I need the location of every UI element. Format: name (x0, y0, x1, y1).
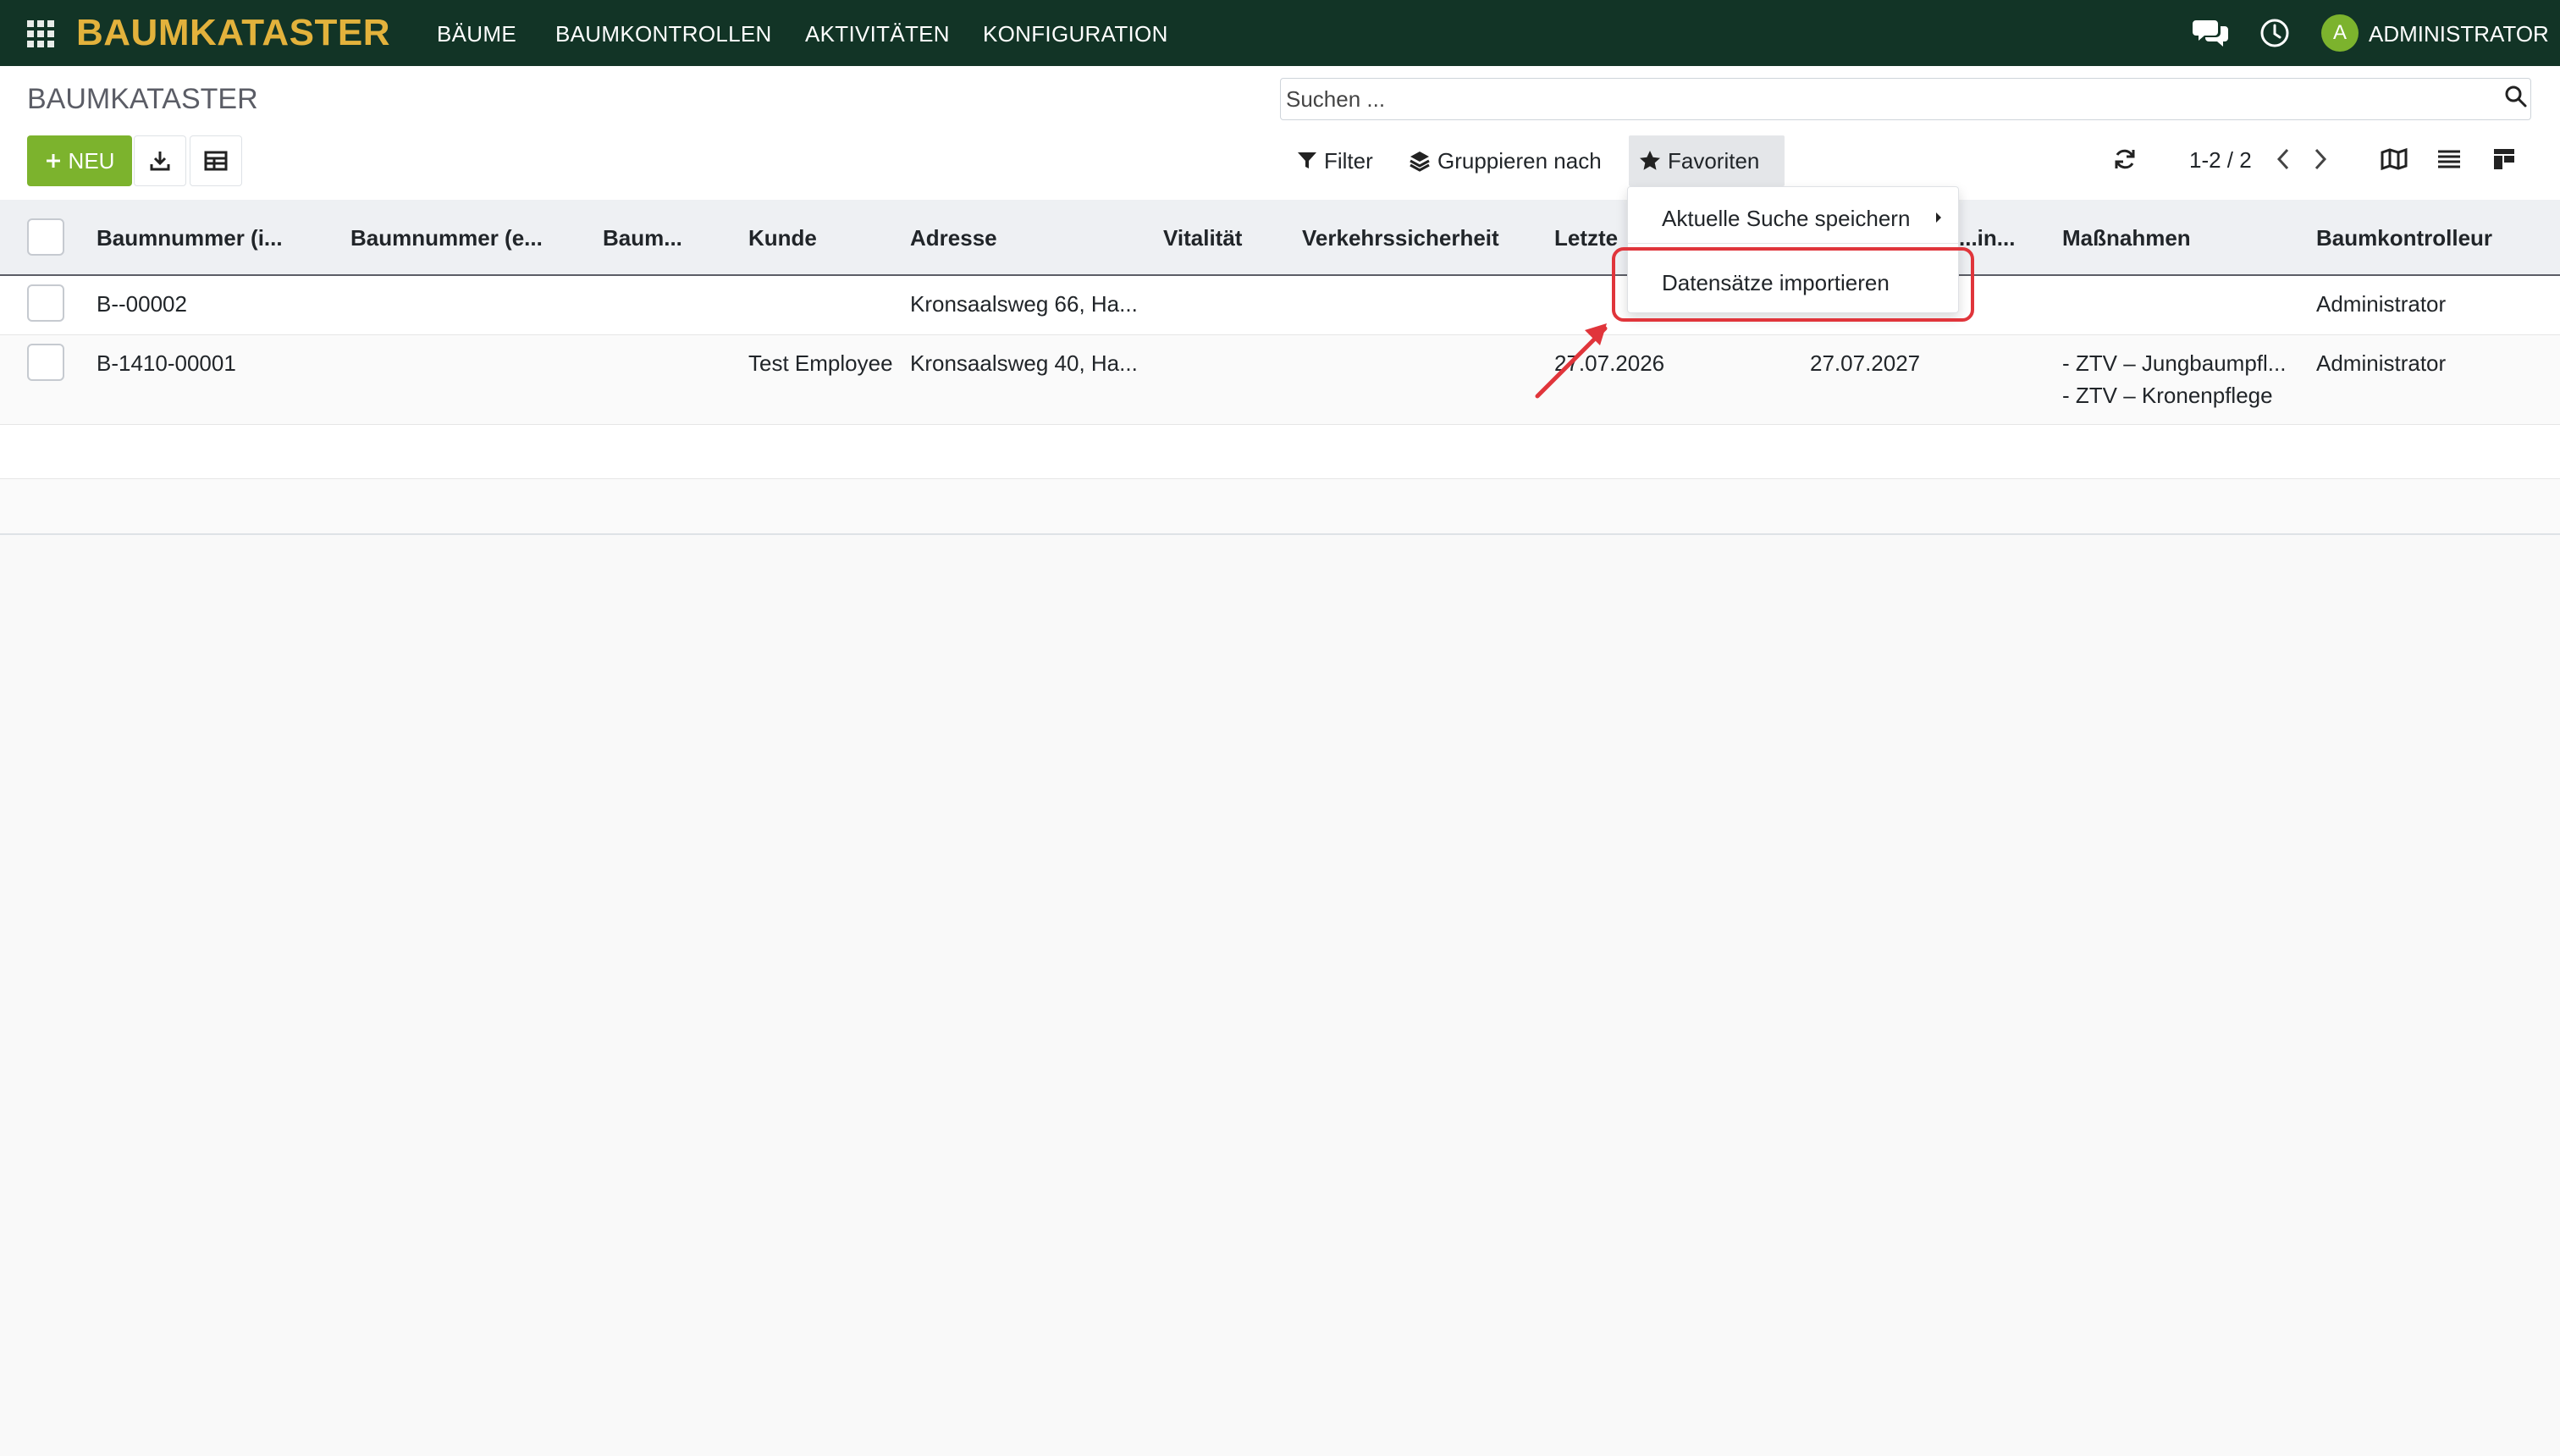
favorites-dropdown: Aktuelle Suche speichern Datensätze impo… (1627, 186, 1959, 313)
search-icon[interactable] (2504, 85, 2528, 108)
breadcrumb: BAUMKATASTER (27, 83, 258, 115)
clock-icon[interactable] (2259, 17, 2291, 49)
menu-item-konfiguration[interactable]: KONFIGURATION (983, 21, 1168, 47)
menu-item-aktivitaeten[interactable]: AKTIVITÄTEN (805, 21, 950, 47)
empty-row (0, 425, 2560, 479)
row-checkbox[interactable] (27, 284, 64, 322)
cell-adresse: Kronsaalsweg 40, Ha... (910, 350, 1138, 376)
refresh-icon[interactable] (2113, 147, 2137, 171)
list-header: Baumnummer (i... Baumnummer (e... Baum..… (0, 200, 2560, 276)
cell-naechste-kontrolle: 27.07.2027 (1810, 350, 1921, 376)
kanban-icon[interactable] (2492, 147, 2516, 171)
cell-baumnummer: B-1410-00001 (97, 350, 236, 376)
table-row[interactable]: B--00002 Kronsaalsweg 66, Ha... Administ… (0, 276, 2560, 335)
cell-massnahme: - ZTV – Jungbaumpfl... (2062, 350, 2287, 376)
control-panel: BAUMKATASTER NEU (0, 66, 2560, 200)
column-letzte[interactable]: Letzte (1554, 225, 1618, 251)
row-checkbox[interactable] (27, 344, 64, 381)
column-verkehrssicherheit[interactable]: Verkehrssicherheit (1302, 225, 1499, 251)
cell-kunde: Test Employee (748, 350, 893, 376)
menu-item-baeume[interactable]: BÄUME (437, 21, 516, 47)
column-baumnummer-extern[interactable]: Baumnummer (e... (350, 225, 543, 251)
column-adresse[interactable]: Adresse (910, 225, 997, 251)
group-by-button[interactable]: Gruppieren nach (1399, 135, 1612, 186)
user-name[interactable]: ADMINISTRATOR (2369, 21, 2549, 47)
caret-right-icon (1936, 212, 1941, 223)
map-icon[interactable] (2381, 147, 2408, 171)
download-button[interactable] (134, 135, 186, 186)
column-naechste[interactable]: ...in... (1959, 225, 2015, 251)
download-icon (150, 152, 170, 171)
app-brand[interactable]: BAUMKATASTER (76, 12, 390, 54)
favorites-label: Favoriten (1668, 147, 1760, 174)
chevron-left-icon[interactable] (2274, 147, 2292, 171)
plus-icon (46, 154, 60, 168)
table-icon (204, 151, 228, 171)
menu-item-baumkontrollen[interactable]: BAUMKONTROLLEN (555, 21, 772, 47)
column-baumnummer-intern[interactable]: Baumnummer (i... (97, 225, 283, 251)
cell-adresse: Kronsaalsweg 66, Ha... (910, 291, 1138, 317)
cell-baumkontrolleur: Administrator (2316, 291, 2447, 317)
cell-massnahme: - ZTV – Kronenpflege (2062, 383, 2273, 408)
cell-letzte-kontrolle: 27.07.2026 (1554, 350, 1665, 376)
column-baum[interactable]: Baum... (603, 225, 682, 251)
new-button[interactable]: NEU (27, 135, 132, 186)
apps-icon[interactable] (27, 20, 54, 47)
pager-value[interactable]: 1-2 / 2 (2189, 147, 2252, 174)
column-baumkontrolleur[interactable]: Baumkontrolleur (2316, 225, 2492, 251)
favorites-button[interactable]: Favoriten (1629, 135, 1785, 186)
star-icon (1640, 151, 1660, 170)
filter-icon (1298, 152, 1316, 168)
chevron-right-icon[interactable] (2311, 147, 2330, 171)
column-massnahmen[interactable]: Maßnahmen (2062, 225, 2191, 251)
column-vitalitaet[interactable]: Vitalität (1163, 225, 1242, 251)
cell-baumnummer: B--00002 (97, 291, 187, 317)
chat-icon[interactable] (2193, 17, 2230, 49)
import-records-item[interactable]: Datensätze importieren (1662, 270, 1890, 296)
cell-baumkontrolleur: Administrator (2316, 350, 2447, 376)
group-by-label: Gruppieren nach (1437, 147, 1602, 174)
dropdown-divider (1628, 243, 1958, 244)
filter-button[interactable]: Filter (1287, 135, 1383, 186)
top-navbar: BAUMKATASTER BÄUME BAUMKONTROLLEN AKTIVI… (0, 0, 2560, 66)
save-current-search-item[interactable]: Aktuelle Suche speichern (1662, 206, 1910, 232)
list-icon[interactable] (2436, 149, 2462, 169)
table-button[interactable] (190, 135, 242, 186)
empty-row (0, 479, 2560, 535)
search-input[interactable] (1280, 78, 2531, 120)
table-row[interactable]: B-1410-00001 Test Employee Kronsaalsweg … (0, 335, 2560, 425)
new-button-label: NEU (68, 147, 115, 174)
avatar[interactable]: A (2321, 14, 2359, 52)
layers-icon (1410, 152, 1430, 172)
select-all-checkbox[interactable] (27, 218, 64, 256)
filter-label: Filter (1324, 147, 1373, 174)
column-kunde[interactable]: Kunde (748, 225, 817, 251)
